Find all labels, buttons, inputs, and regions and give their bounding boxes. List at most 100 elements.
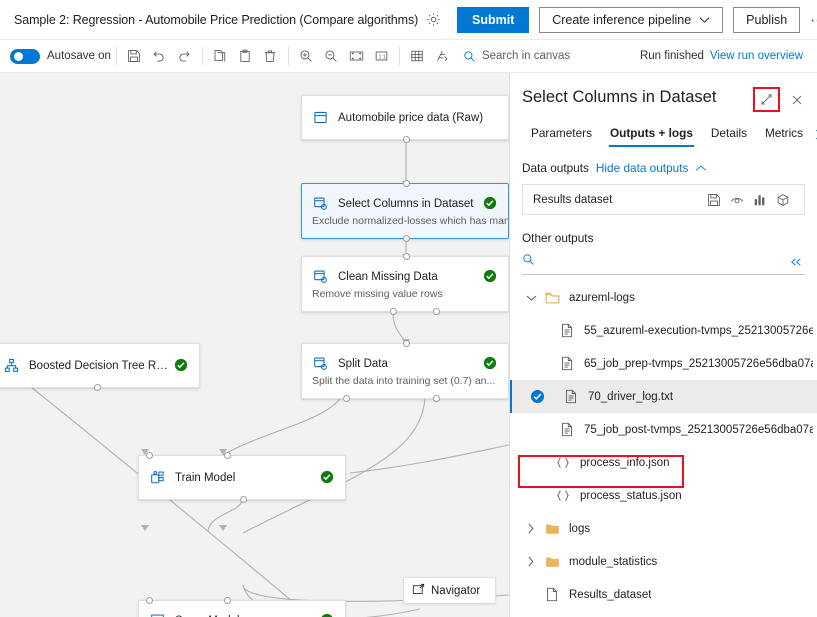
file-text-icon xyxy=(558,322,576,340)
view-run-overview-link[interactable]: View run overview xyxy=(710,50,803,62)
node-subtitle: Exclude normalized-losses which has many xyxy=(302,215,508,227)
chevron-right-icon[interactable] xyxy=(812,128,817,141)
canvas-node-train-model[interactable]: Train Model xyxy=(138,455,346,500)
autosave-toggle[interactable] xyxy=(10,49,40,64)
node-title: Automobile price data (Raw) xyxy=(338,112,498,124)
tab-details[interactable]: Details xyxy=(702,121,756,147)
close-panel-button[interactable] xyxy=(784,87,809,112)
node-status-succeeded-icon xyxy=(483,196,498,211)
node-status-succeeded-icon xyxy=(320,613,335,617)
run-status-area: Run finished View run overview xyxy=(640,50,807,62)
folder-open-icon xyxy=(543,289,561,307)
node-input-port[interactable] xyxy=(403,253,410,260)
outputs-search-bar[interactable] xyxy=(522,249,805,275)
tree-file-process-info-json[interactable]: process_info.json xyxy=(510,446,817,479)
node-input-port[interactable] xyxy=(403,180,410,187)
node-output-port[interactable] xyxy=(240,496,247,503)
explain-cube-icon[interactable] xyxy=(771,190,794,210)
expand-panel-button[interactable] xyxy=(753,87,780,112)
tree-folder-azureml-logs[interactable]: azureml-logs xyxy=(510,281,817,314)
tree-file-65-job-prep[interactable]: 65_job_prep-tvmps_25213005726e56dba07a1e… xyxy=(510,347,817,380)
node-output-port[interactable] xyxy=(94,384,101,391)
tree-file-55-azureml-execution[interactable]: 55_azureml-execution-tvmps_25213005726e5… xyxy=(510,314,817,347)
create-inference-pipeline-button[interactable]: Create inference pipeline xyxy=(539,7,723,33)
visualize-chart-icon[interactable] xyxy=(748,190,771,210)
file-text-icon xyxy=(558,355,576,373)
folder-icon xyxy=(543,553,561,571)
grid-icon[interactable] xyxy=(407,46,428,67)
node-output-port-left[interactable] xyxy=(343,395,350,402)
module-icon xyxy=(312,195,329,212)
tab-metrics[interactable]: Metrics xyxy=(756,121,812,147)
results-dataset-row[interactable]: Results dataset xyxy=(522,184,805,215)
node-input-port-left[interactable] xyxy=(146,452,153,459)
tab-parameters[interactable]: Parameters xyxy=(522,121,601,147)
zoom-to-fit-icon[interactable] xyxy=(346,46,367,67)
node-status-succeeded-icon xyxy=(483,356,498,371)
page-title: Sample 2: Regression - Automobile Price … xyxy=(14,13,418,27)
chevron-right-icon[interactable] xyxy=(524,555,538,569)
pipeline-canvas[interactable]: Automobile price data (Raw) Select Colum… xyxy=(0,73,509,617)
undo-icon[interactable] xyxy=(149,46,170,67)
preview-eye-icon[interactable] xyxy=(725,190,748,210)
hide-data-outputs-link[interactable]: Hide data outputs xyxy=(596,161,688,175)
publish-button[interactable]: Publish xyxy=(733,7,800,33)
tree-item-label: 70_driver_log.txt xyxy=(588,391,673,403)
collapse-all-icon[interactable] xyxy=(789,256,805,268)
tree-file-process-status-json[interactable]: process_status.json xyxy=(510,479,817,512)
navigator-label: Navigator xyxy=(431,585,480,597)
canvas-toolbar: Autosave on xyxy=(0,40,817,73)
run-status-text: Run finished xyxy=(640,50,704,62)
node-output-port[interactable] xyxy=(403,136,410,143)
node-input-port-right[interactable] xyxy=(224,597,231,604)
node-title: Split Data xyxy=(338,358,477,370)
zoom-out-icon[interactable] xyxy=(321,46,342,67)
file-json-icon xyxy=(554,487,572,505)
canvas-node-automobile-price-data-raw[interactable]: Automobile price data (Raw) xyxy=(301,95,509,140)
train-icon xyxy=(149,469,166,486)
tree-folder-logs[interactable]: logs xyxy=(510,512,817,545)
create-inference-pipeline-label: Create inference pipeline xyxy=(552,13,691,27)
outputs-search-input[interactable] xyxy=(543,255,781,269)
node-output-port-right[interactable] xyxy=(433,395,440,402)
tree-file-70-driver-log[interactable]: 70_driver_log.txt xyxy=(510,380,817,413)
node-output-port-left[interactable] xyxy=(390,308,397,315)
tree-file-results-dataset[interactable]: Results_dataset xyxy=(510,578,817,611)
canvas-node-split-data[interactable]: Split Data Split the data into training … xyxy=(301,343,509,399)
node-output-port[interactable] xyxy=(403,235,410,242)
actual-size-icon[interactable]: 1:1 xyxy=(371,46,392,67)
navigator-button[interactable]: Navigator xyxy=(403,577,496,604)
save-icon[interactable] xyxy=(124,46,145,67)
save-icon[interactable] xyxy=(702,190,725,210)
chevron-right-icon[interactable] xyxy=(524,522,538,536)
canvas-node-boosted-decision-tree-regression[interactable]: Boosted Decision Tree Regre... xyxy=(0,343,200,388)
redo-icon[interactable] xyxy=(174,46,195,67)
search-canvas-input[interactable]: Search in canvas xyxy=(463,50,570,63)
canvas-node-select-columns-in-dataset[interactable]: Select Columns in Dataset Exclude normal… xyxy=(301,183,509,239)
tab-outputs-logs[interactable]: Outputs + logs xyxy=(601,121,702,147)
copy-icon[interactable] xyxy=(210,46,231,67)
paste-icon[interactable] xyxy=(235,46,256,67)
tree-folder-module-statistics[interactable]: module_statistics xyxy=(510,545,817,578)
toolbar-divider-1 xyxy=(116,47,117,65)
delete-icon[interactable] xyxy=(260,46,281,67)
file-blank-icon xyxy=(543,586,561,604)
submit-button[interactable]: Submit xyxy=(457,7,529,33)
node-output-port-right[interactable] xyxy=(433,308,440,315)
node-input-port-right[interactable] xyxy=(224,452,231,459)
module-icon xyxy=(312,355,329,372)
node-input-port[interactable] xyxy=(403,340,410,347)
tree-file-75-job-post[interactable]: 75_job_post-tvmps_25213005726e56dba07a1e… xyxy=(510,413,817,446)
zoom-in-icon[interactable] xyxy=(296,46,317,67)
canvas-node-clean-missing-data[interactable]: Clean Missing Data Remove missing value … xyxy=(301,256,509,312)
chevron-up-icon[interactable] xyxy=(695,164,707,173)
auto-layout-icon[interactable] xyxy=(432,46,453,67)
other-outputs-label: Other outputs xyxy=(510,215,817,245)
settings-gear-icon[interactable] xyxy=(426,8,441,32)
node-input-port-left[interactable] xyxy=(146,597,153,604)
canvas-node-score-model[interactable]: Score Model Use the test set to get the … xyxy=(138,600,346,617)
chevron-down-icon[interactable] xyxy=(524,291,538,305)
toolbar-divider-3 xyxy=(288,47,289,65)
folder-icon xyxy=(543,520,561,538)
more-options-button[interactable]: ⋯ xyxy=(810,8,817,32)
